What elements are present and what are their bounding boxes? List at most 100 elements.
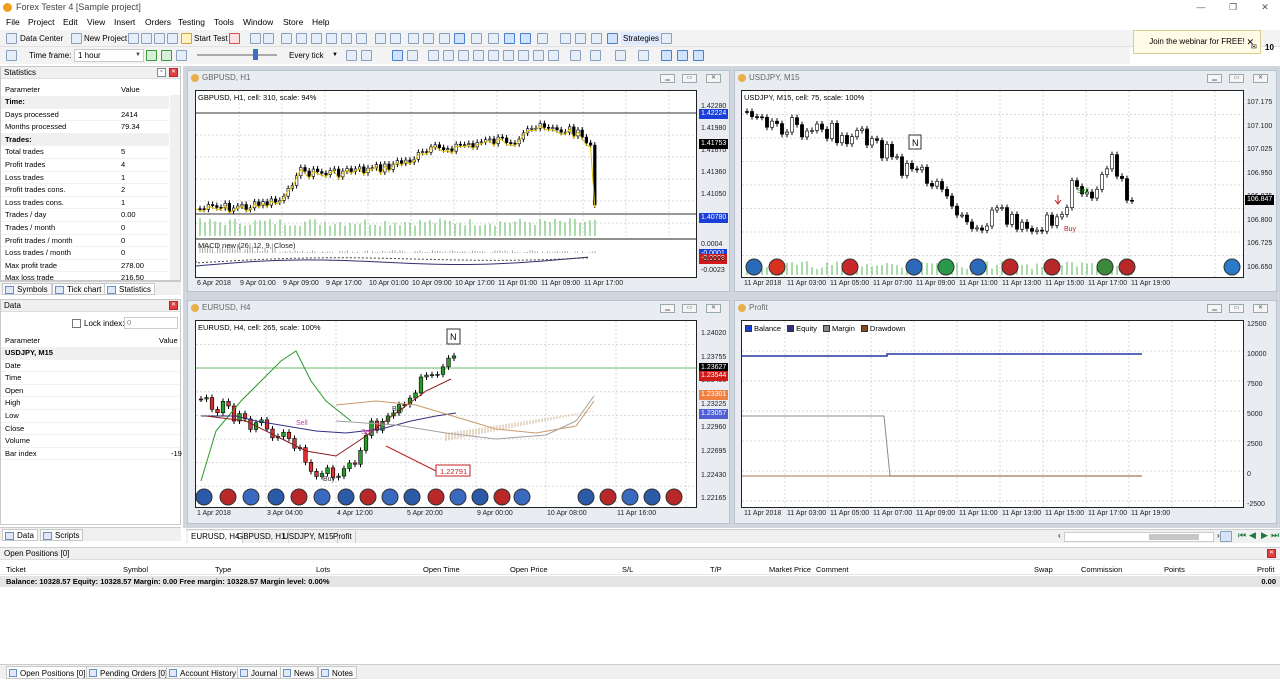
- trendline-icon[interactable]: [458, 50, 469, 61]
- menu-window[interactable]: Window: [243, 17, 273, 27]
- tab-scripts[interactable]: Scripts: [40, 529, 84, 541]
- new-chart-icon[interactable]: [250, 33, 261, 44]
- label-tool-icon[interactable]: [518, 50, 529, 61]
- bar-chart-icon[interactable]: [454, 33, 465, 44]
- tab-usdjpy[interactable]: USDJPY, M15: [280, 531, 338, 543]
- chart-list-icon[interactable]: [1220, 531, 1232, 542]
- fibonacci-icon[interactable]: [570, 50, 581, 61]
- tab-tick-chart[interactable]: Tick chart: [52, 283, 106, 295]
- menu-view[interactable]: View: [87, 17, 105, 27]
- restore-icon[interactable]: ▭: [1229, 74, 1244, 83]
- speed-slider-track[interactable]: [197, 54, 277, 56]
- col-market-price[interactable]: Market Price: [769, 564, 811, 575]
- next-page-icon[interactable]: ▶: [1261, 530, 1268, 541]
- ray-icon[interactable]: [473, 50, 484, 61]
- refresh-icon[interactable]: [154, 33, 165, 44]
- sync-icon[interactable]: [661, 50, 672, 61]
- col-sl[interactable]: S/L: [622, 564, 633, 575]
- order-buy-icon[interactable]: [281, 33, 292, 44]
- arrow-tool-icon[interactable]: [533, 50, 544, 61]
- price-plot[interactable]: 1.22791 N Buy Buy Sell Sell EURUSD, H4, cell:…: [195, 320, 697, 508]
- drawing-list-icon[interactable]: [638, 50, 649, 61]
- close-icon[interactable]: ✕: [1253, 304, 1268, 313]
- zoom-out-icon[interactable]: [423, 33, 434, 44]
- minimize-icon[interactable]: ▁: [660, 304, 675, 313]
- menu-orders[interactable]: Orders: [145, 17, 171, 27]
- col-swap[interactable]: Swap: [1034, 564, 1053, 575]
- open-folder-icon[interactable]: [128, 33, 139, 44]
- restore-icon[interactable]: ▫: [157, 68, 166, 77]
- chart-shift-icon[interactable]: [520, 33, 531, 44]
- link-charts-icon[interactable]: [677, 50, 688, 61]
- tab-data[interactable]: Data: [2, 529, 38, 541]
- close-icon[interactable]: ✕: [706, 304, 721, 313]
- prev-page-icon[interactable]: ◀: [1249, 530, 1256, 541]
- col-lots[interactable]: Lots: [316, 564, 330, 575]
- webinar-banner[interactable]: Join the webinar for FREE! ✕: [1133, 30, 1261, 54]
- channel-icon[interactable]: [590, 50, 601, 61]
- template-icon[interactable]: [263, 33, 274, 44]
- lock-index-checkbox[interactable]: [72, 319, 81, 328]
- zoom-in-icon[interactable]: [408, 33, 419, 44]
- col-points[interactable]: Points: [1164, 564, 1185, 575]
- close-window-button[interactable]: ✕: [1256, 1, 1274, 13]
- tab-journal[interactable]: Journal: [237, 666, 282, 679]
- lock-index-input[interactable]: 0: [124, 317, 178, 329]
- minimize-icon[interactable]: ▁: [660, 74, 675, 83]
- tab-profit[interactable]: Profit: [330, 531, 356, 543]
- shapes-icon[interactable]: [615, 50, 626, 61]
- chart-window-profit[interactable]: Profit ▁ ▭ ✕ Balance Equity Margin Drawdown…: [734, 300, 1277, 524]
- indicators-icon[interactable]: [537, 33, 548, 44]
- close-icon[interactable]: ✕: [706, 74, 721, 83]
- price-plot[interactable]: N Sell Buy USDJPY, M15, cell: 75, scale: 1…: [741, 90, 1244, 278]
- minimize-icon[interactable]: ▁: [1207, 304, 1222, 313]
- tab-news[interactable]: News: [280, 666, 319, 679]
- horizontal-line-icon[interactable]: [443, 50, 454, 61]
- line-chart-icon[interactable]: [488, 33, 499, 44]
- tab-account-history[interactable]: Account History: [166, 666, 241, 679]
- close-icon[interactable]: ✕: [169, 301, 178, 310]
- binoculars-icon[interactable]: [439, 33, 450, 44]
- col-profit[interactable]: Profit: [1257, 564, 1275, 575]
- statistics-scrollbar[interactable]: [170, 95, 180, 280]
- cascade-icon[interactable]: [390, 33, 401, 44]
- timeframe-select[interactable]: 1 hour ▼: [74, 49, 144, 62]
- menu-tools[interactable]: Tools: [214, 17, 234, 27]
- save-icon[interactable]: [141, 33, 152, 44]
- stop-test-icon[interactable]: [229, 33, 240, 44]
- speed-slider-thumb[interactable]: [253, 49, 258, 60]
- restore-icon[interactable]: ▭: [682, 304, 697, 313]
- candle-chart-icon[interactable]: [471, 33, 482, 44]
- step-forward-icon[interactable]: [146, 50, 157, 61]
- strategy-settings-icon[interactable]: [661, 33, 672, 44]
- price-plot[interactable]: GBPUSD, H1, cell: 310, scale: 94% MACD n…: [195, 90, 697, 278]
- forward-test-icon[interactable]: [346, 50, 357, 61]
- news-icon[interactable]: [560, 33, 571, 44]
- magnet-icon[interactable]: [548, 50, 559, 61]
- crosshair-sync-icon[interactable]: [693, 50, 704, 61]
- tab-open-positions[interactable]: Open Positions [0]: [6, 666, 90, 679]
- mail-icon[interactable]: ✉: [1251, 43, 1257, 51]
- scrollbar-thumb[interactable]: [1149, 534, 1199, 540]
- menu-help[interactable]: Help: [312, 17, 329, 27]
- autoscroll-icon[interactable]: [504, 33, 515, 44]
- pending-order-icon[interactable]: [311, 33, 322, 44]
- start-test-button[interactable]: Start Test: [194, 32, 228, 45]
- scroll-left-icon[interactable]: ‹: [1058, 531, 1061, 540]
- close-icon[interactable]: ✕: [1253, 74, 1268, 83]
- settings-icon[interactable]: [167, 33, 178, 44]
- profit-plot[interactable]: Balance Equity Margin Drawdown: [741, 320, 1244, 508]
- col-open-time[interactable]: Open Time: [423, 564, 460, 575]
- chart-window-usdjpy[interactable]: USDJPY, M15 ▁ ▭ ✕ N Sell Buy USDJPY, M15, …: [734, 70, 1277, 292]
- first-page-icon[interactable]: ⏮: [1238, 530, 1246, 541]
- tab-statistics[interactable]: Statistics: [104, 283, 156, 295]
- chart-scrollbar[interactable]: [1064, 532, 1214, 542]
- wave-icon[interactable]: [488, 50, 499, 61]
- restore-icon[interactable]: ▭: [682, 74, 697, 83]
- brush-icon[interactable]: [575, 33, 586, 44]
- text-tool-icon[interactable]: [503, 50, 514, 61]
- step-back-icon[interactable]: [161, 50, 172, 61]
- col-type[interactable]: Type: [215, 564, 231, 575]
- vertical-line-icon[interactable]: [428, 50, 439, 61]
- crosshair-icon[interactable]: [407, 50, 418, 61]
